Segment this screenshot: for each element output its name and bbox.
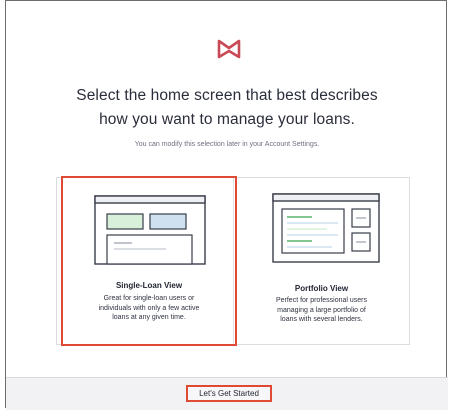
lets-get-started-button[interactable]: Let's Get Started xyxy=(186,385,272,402)
headline-line-1: Select the home screen that best describ… xyxy=(76,87,378,104)
option-single-loan-view[interactable]: Single-Loan View Great for single-loan u… xyxy=(61,176,237,346)
option-title: Single-Loan View xyxy=(115,281,183,290)
subtext: You can modify this selection later in y… xyxy=(134,141,320,148)
option-description: Great for single-loan users or individua… xyxy=(98,295,200,321)
single-loan-illustration-icon xyxy=(94,195,206,265)
brand-logo-icon xyxy=(217,39,241,59)
headline-line-2: how you want to manage your loans. xyxy=(99,111,355,128)
option-portfolio-view[interactable]: Portfolio View Perfect for professional … xyxy=(234,177,409,345)
portfolio-illustration-icon xyxy=(272,193,380,263)
option-title: Portfolio View xyxy=(294,284,349,293)
onboarding-dialog: Select the home screen that best describ… xyxy=(5,0,448,410)
option-description: Perfect for professional users managing … xyxy=(275,297,368,323)
